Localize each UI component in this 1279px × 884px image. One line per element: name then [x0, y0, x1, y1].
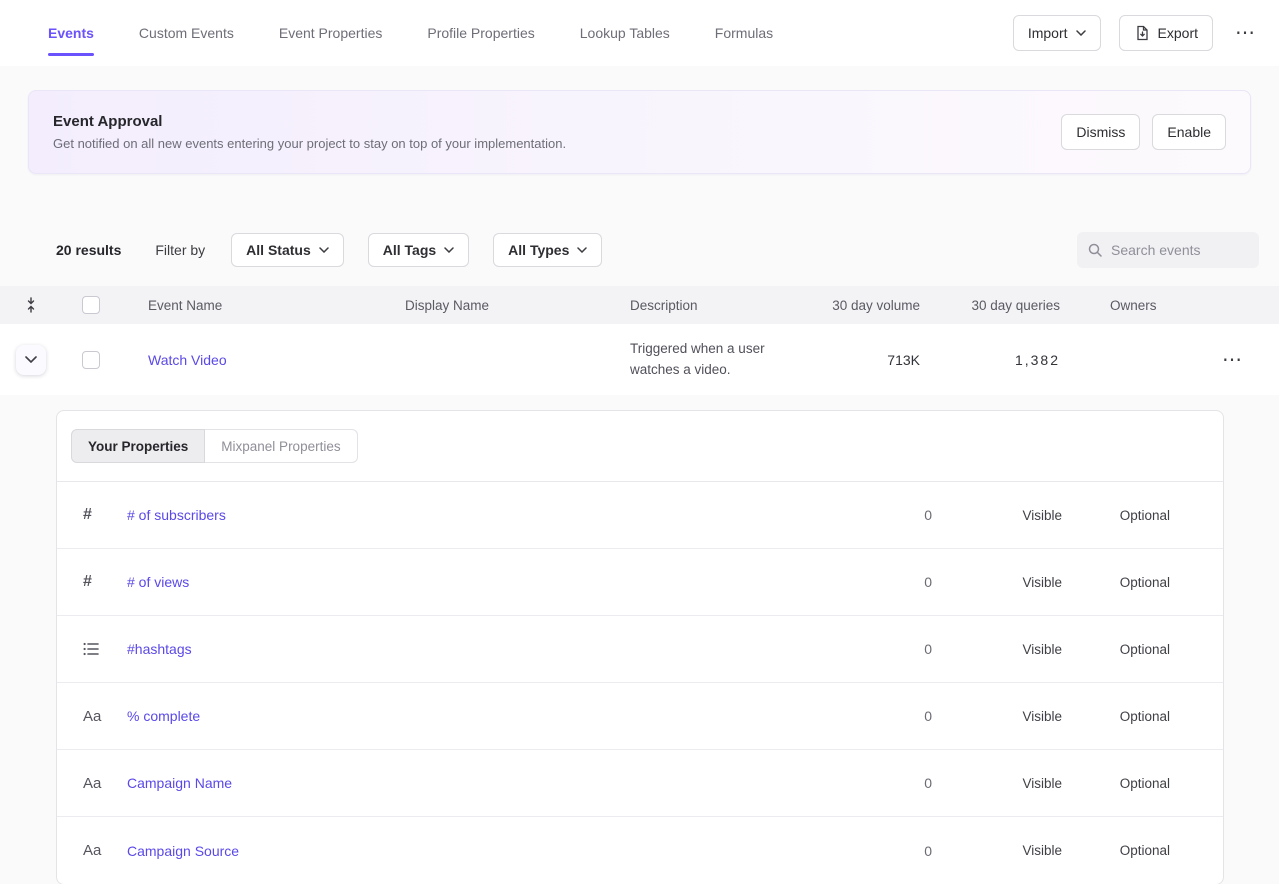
property-visibility[interactable]: Visible	[932, 508, 1062, 523]
property-name-link[interactable]: # of views	[127, 574, 189, 590]
chevron-down-icon	[1076, 30, 1086, 36]
property-count: 0	[832, 507, 932, 523]
types-filter-label: All Types	[508, 242, 569, 258]
property-name-link[interactable]: Campaign Source	[127, 843, 239, 859]
header-queries: 30 day queries	[920, 298, 1060, 313]
event-description: Triggered when a user watches a video.	[610, 339, 800, 380]
banner-subtitle: Get notified on all new events entering …	[53, 136, 566, 151]
chevron-down-icon	[444, 247, 454, 253]
banner-title: Event Approval	[53, 113, 566, 130]
tab-events[interactable]: Events	[48, 0, 94, 66]
results-count: 20 results	[56, 242, 121, 258]
more-options-button[interactable]: ⋯	[1231, 19, 1259, 47]
header-event-name: Event Name	[120, 298, 385, 313]
property-requirement[interactable]: Optional	[1062, 843, 1170, 858]
top-navigation: Events Custom Events Event Properties Pr…	[0, 0, 1279, 66]
property-visibility[interactable]: Visible	[932, 843, 1062, 858]
property-count: 0	[832, 708, 932, 724]
event-approval-banner: Event Approval Get notified on all new e…	[28, 90, 1251, 174]
export-csv-icon	[1134, 25, 1150, 41]
property-requirement[interactable]: Optional	[1062, 575, 1170, 590]
import-button-label: Import	[1028, 25, 1068, 41]
export-button[interactable]: Export	[1119, 15, 1213, 51]
more-dots-icon: ⋯	[1222, 349, 1242, 371]
status-filter-label: All Status	[246, 242, 311, 258]
property-visibility[interactable]: Visible	[932, 776, 1062, 791]
events-table-header: Event Name Display Name Description 30 d…	[0, 286, 1279, 324]
property-requirement[interactable]: Optional	[1062, 776, 1170, 791]
collapse-all-icon[interactable]	[24, 297, 38, 313]
row-expander-button[interactable]	[16, 345, 46, 375]
tab-your-properties[interactable]: Your Properties	[71, 429, 205, 463]
text-type-icon: Aa	[83, 842, 127, 859]
tab-event-properties[interactable]: Event Properties	[279, 0, 383, 66]
table-row: Watch Video Triggered when a user watche…	[0, 324, 1279, 395]
property-count: 0	[832, 843, 932, 859]
property-visibility[interactable]: Visible	[932, 642, 1062, 657]
nav-tabs: Events Custom Events Event Properties Pr…	[48, 0, 773, 66]
event-queries: 1,382	[920, 352, 1060, 368]
list-item: Aa Campaign Name 0 Visible Optional	[57, 750, 1223, 817]
list-item: #hashtags 0 Visible Optional	[57, 616, 1223, 683]
property-visibility[interactable]: Visible	[932, 575, 1062, 590]
search-icon	[1087, 242, 1103, 258]
property-count: 0	[832, 574, 932, 590]
property-count: 0	[832, 641, 932, 657]
list-item: # # of views 0 Visible Optional	[57, 549, 1223, 616]
types-filter-dropdown[interactable]: All Types	[493, 233, 602, 267]
header-volume: 30 day volume	[800, 298, 920, 313]
list-item: Aa Campaign Source 0 Visible Optional	[57, 817, 1223, 884]
chevron-down-icon	[319, 247, 329, 253]
status-filter-dropdown[interactable]: All Status	[231, 233, 344, 267]
property-name-link[interactable]: # of subscribers	[127, 507, 226, 523]
property-name-link[interactable]: % complete	[127, 708, 200, 724]
tab-formulas[interactable]: Formulas	[715, 0, 773, 66]
number-type-icon: #	[83, 506, 127, 524]
search-input[interactable]	[1111, 242, 1249, 258]
import-button[interactable]: Import	[1013, 15, 1101, 51]
filter-row: 20 results Filter by All Status All Tags…	[0, 232, 1279, 268]
list-type-icon	[83, 642, 127, 656]
export-button-label: Export	[1158, 25, 1198, 41]
more-dots-icon: ⋯	[1235, 22, 1255, 44]
banner-actions: Dismiss Enable	[1061, 114, 1226, 150]
header-owners: Owners	[1060, 298, 1210, 313]
tags-filter-dropdown[interactable]: All Tags	[368, 233, 469, 267]
filter-by-label: Filter by	[155, 242, 205, 258]
event-volume: 713K	[800, 352, 920, 368]
tab-lookup-tables[interactable]: Lookup Tables	[580, 0, 670, 66]
property-count: 0	[832, 775, 932, 791]
row-actions-button[interactable]: ⋯	[1218, 346, 1246, 374]
tab-custom-events[interactable]: Custom Events	[139, 0, 234, 66]
banner-text: Event Approval Get notified on all new e…	[53, 113, 566, 151]
header-display-name: Display Name	[385, 298, 610, 313]
property-requirement[interactable]: Optional	[1062, 508, 1170, 523]
properties-tabbar: Your Properties Mixpanel Properties	[57, 411, 1223, 482]
enable-button[interactable]: Enable	[1152, 114, 1226, 150]
property-requirement[interactable]: Optional	[1062, 642, 1170, 657]
select-all-checkbox[interactable]	[82, 296, 100, 314]
tags-filter-label: All Tags	[383, 242, 436, 258]
chevron-down-icon	[25, 356, 37, 363]
property-visibility[interactable]: Visible	[932, 709, 1062, 724]
property-name-link[interactable]: #hashtags	[127, 641, 192, 657]
header-description: Description	[610, 298, 800, 313]
properties-panel: Your Properties Mixpanel Properties # # …	[56, 410, 1224, 884]
tab-profile-properties[interactable]: Profile Properties	[427, 0, 534, 66]
nav-actions: Import Export ⋯	[1013, 15, 1259, 51]
properties-tab-group: Your Properties Mixpanel Properties	[71, 429, 358, 463]
text-type-icon: Aa	[83, 775, 127, 792]
dismiss-button[interactable]: Dismiss	[1061, 114, 1140, 150]
chevron-down-icon	[577, 247, 587, 253]
list-item: # # of subscribers 0 Visible Optional	[57, 482, 1223, 549]
number-type-icon: #	[83, 573, 127, 591]
property-name-link[interactable]: Campaign Name	[127, 775, 232, 791]
tab-mixpanel-properties[interactable]: Mixpanel Properties	[205, 429, 357, 463]
row-checkbox[interactable]	[82, 351, 100, 369]
search-box	[1077, 232, 1259, 268]
list-item: Aa % complete 0 Visible Optional	[57, 683, 1223, 750]
event-name-link[interactable]: Watch Video	[148, 352, 227, 368]
text-type-icon: Aa	[83, 708, 127, 725]
property-requirement[interactable]: Optional	[1062, 709, 1170, 724]
